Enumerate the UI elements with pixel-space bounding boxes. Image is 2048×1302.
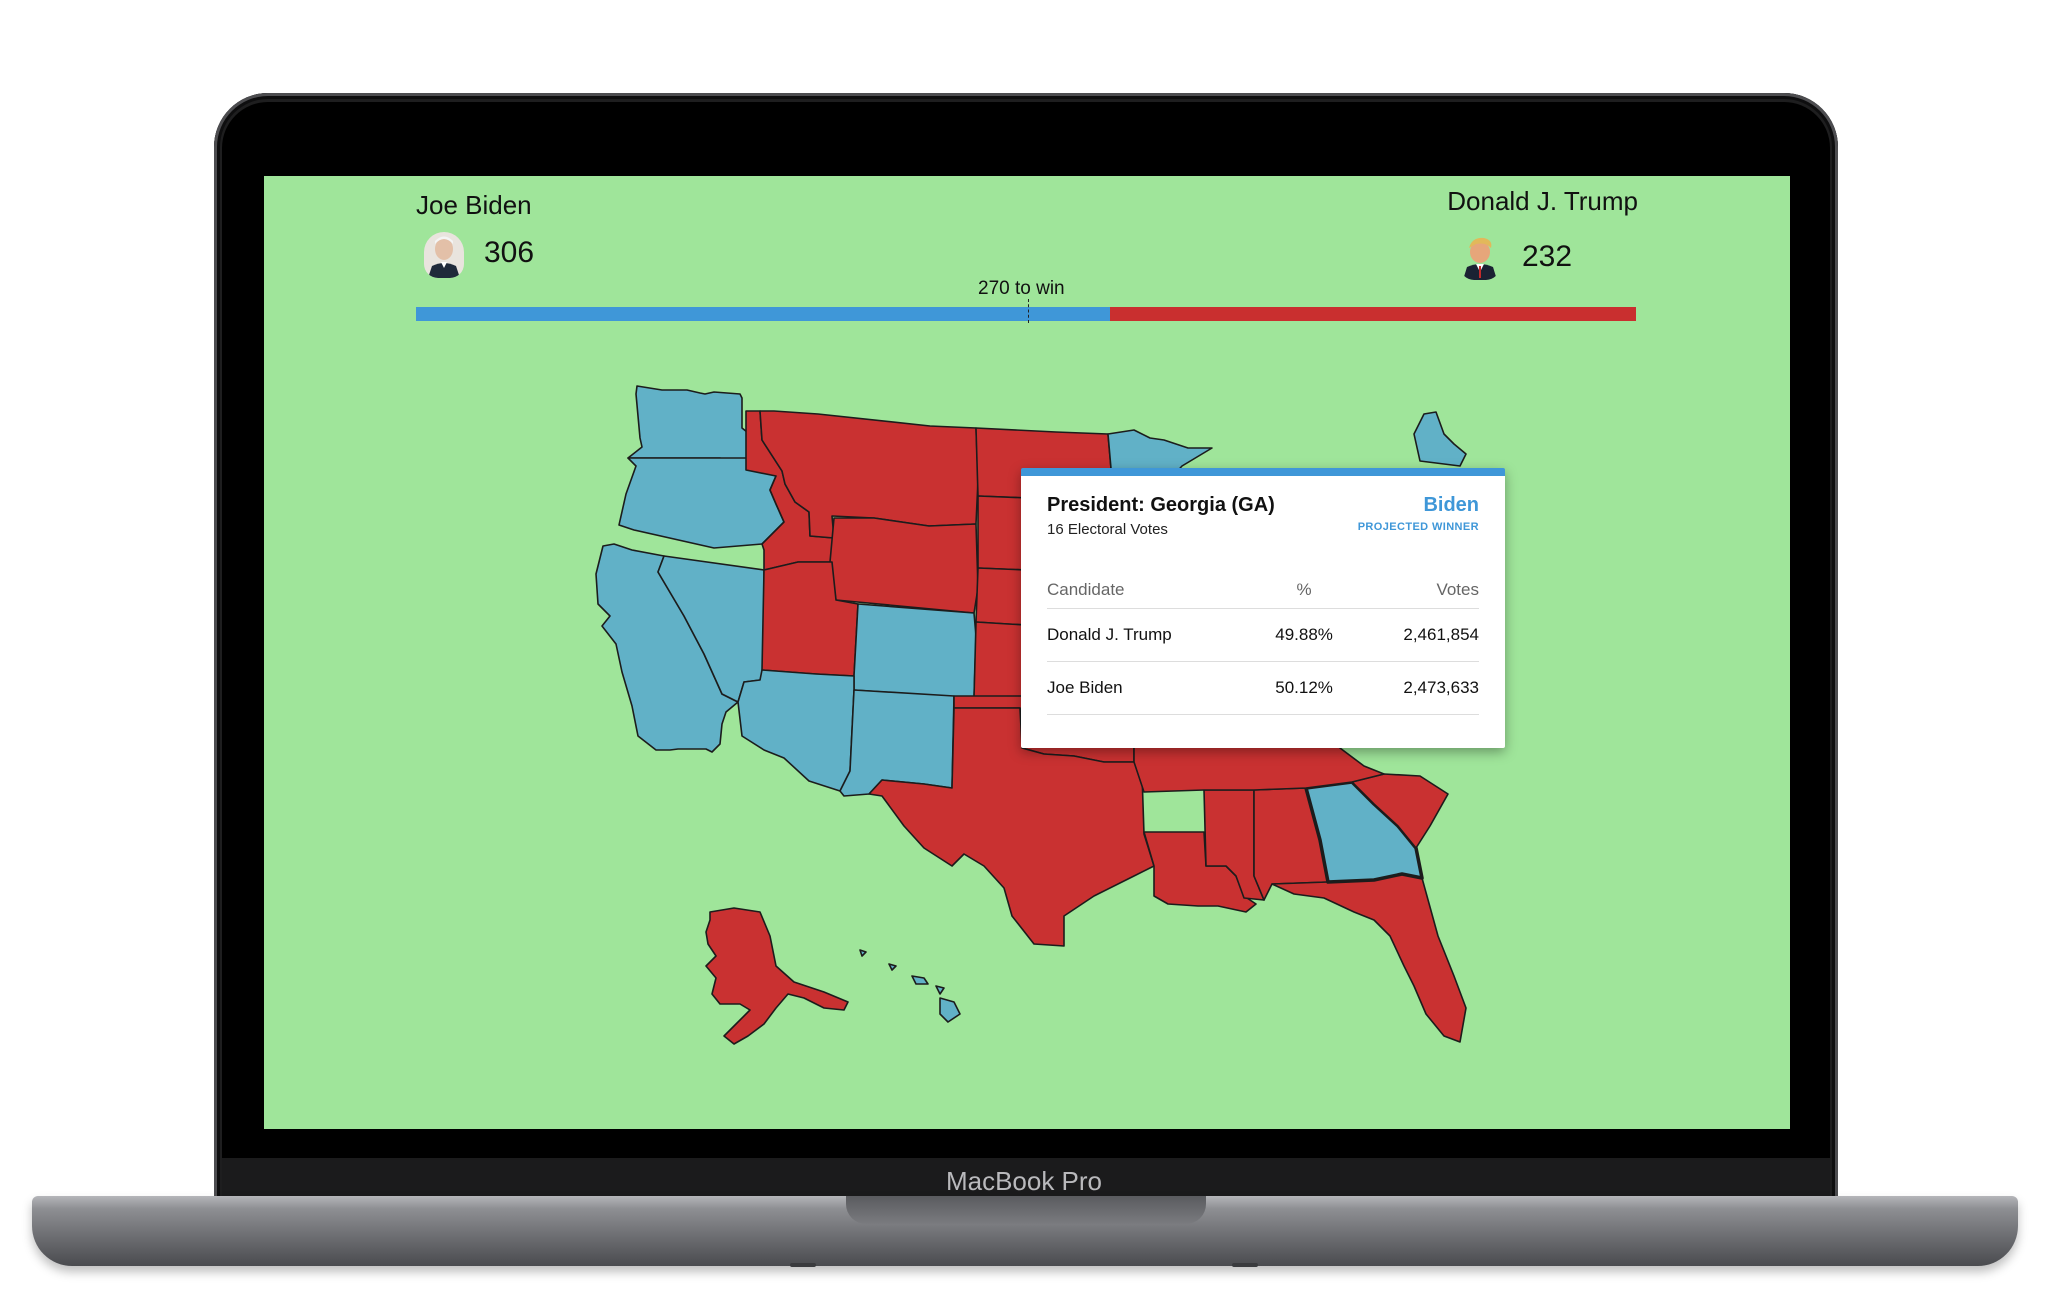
tooltip-title: President: Georgia (GA)	[1047, 494, 1275, 516]
trump-bar-segment	[1109, 307, 1636, 321]
projected-winner-label: PROJECTED WINNER	[1357, 521, 1479, 533]
laptop-foot	[790, 1263, 816, 1267]
candidate-name: Joe Biden	[1047, 661, 1256, 715]
state-results-tooltip: President: Georgia (GA) 16 Electoral Vot…	[1021, 468, 1505, 748]
vote-count: 2,473,633	[1352, 661, 1479, 715]
trump-electoral-votes: 232	[1522, 240, 1573, 273]
state-ak[interactable]	[705, 907, 849, 1045]
table-header-row: Candidate % Votes	[1047, 580, 1479, 609]
column-header-candidate: Candidate	[1047, 580, 1256, 609]
vote-percent: 50.12%	[1255, 661, 1353, 715]
state-co[interactable]	[853, 603, 977, 699]
state-me[interactable]	[1413, 411, 1467, 467]
election-map-screen: Joe Biden 306 Donald J. Trump 232 270 to…	[264, 176, 1790, 1129]
laptop-foot	[1232, 1263, 1258, 1267]
state-az[interactable]	[737, 669, 855, 792]
table-row: Joe Biden 50.12% 2,473,633	[1047, 661, 1479, 715]
biden-electoral-votes: 306	[484, 236, 535, 269]
biden-bar-segment	[416, 307, 1110, 321]
laptop-notch	[846, 1196, 1206, 1224]
trump-name: Donald J. Trump	[1447, 186, 1638, 216]
candidate-name: Donald J. Trump	[1047, 608, 1256, 662]
state-fl[interactable]	[1271, 873, 1467, 1043]
column-header-percent: %	[1255, 580, 1353, 609]
state-wy[interactable]	[829, 517, 979, 614]
electoral-vote-bar	[416, 299, 1636, 323]
state-nm[interactable]	[839, 689, 955, 797]
threshold-marker	[1028, 299, 1030, 323]
vote-count: 2,461,854	[1352, 608, 1479, 662]
results-table: Candidate % Votes Donald J. Trump 49.88%…	[1047, 580, 1479, 715]
threshold-label: 270 to win	[978, 278, 1065, 299]
biden-avatar	[424, 232, 464, 278]
tooltip-electoral-votes: 16 Electoral Votes	[1047, 521, 1168, 538]
tooltip-winner: Biden	[1423, 494, 1479, 516]
vote-percent: 49.88%	[1255, 608, 1353, 662]
biden-name: Joe Biden	[416, 190, 532, 220]
trump-avatar	[1460, 234, 1500, 280]
state-hi[interactable]	[859, 949, 961, 1023]
table-row: Donald J. Trump 49.88% 2,461,854	[1047, 608, 1479, 662]
column-header-votes: Votes	[1352, 580, 1479, 609]
